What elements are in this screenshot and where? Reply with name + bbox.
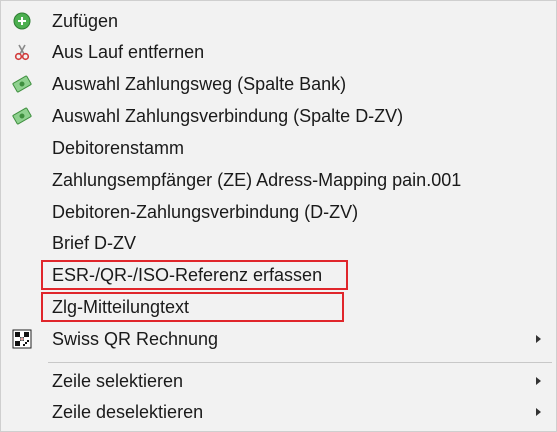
- chevron-right-icon: [536, 408, 541, 416]
- menu-item-brief-dzv[interactable]: Brief D-ZV: [1, 228, 556, 258]
- menu-item-referenz-erfassen[interactable]: ESR-/QR-/ISO-Referenz erfassen: [1, 260, 556, 290]
- menu-item-zlg-mitteilungtext[interactable]: Zlg-Mitteilungtext: [1, 292, 556, 322]
- menu-item-label: Zeile selektieren: [52, 371, 184, 391]
- money-icon: [12, 74, 32, 94]
- menu-item-label: Auswahl Zahlungsverbindung (Spalte D-ZV): [52, 106, 404, 126]
- menu-item-label: Zlg-Mitteilungtext: [52, 297, 190, 317]
- chevron-right-icon: [536, 335, 541, 343]
- menu-item-label: Zeile deselektieren: [52, 402, 204, 422]
- menu-item-label: Brief D-ZV: [52, 233, 137, 253]
- scissors-icon: [12, 42, 32, 62]
- menu-separator: [48, 362, 552, 363]
- menu-item-debitorenstamm[interactable]: Debitorenstamm: [1, 133, 556, 163]
- menu-item-auswahl-zahlungsverbindung[interactable]: Auswahl Zahlungsverbindung (Spalte D-ZV): [1, 101, 556, 131]
- menu-item-aus-lauf-entfernen[interactable]: Aus Lauf entfernen: [1, 37, 556, 67]
- menu-item-auswahl-zahlungsweg[interactable]: Auswahl Zahlungsweg (Spalte Bank): [1, 69, 556, 99]
- menu-item-swiss-qr-rechnung[interactable]: Swiss QR Rechnung: [1, 324, 556, 354]
- chevron-right-icon: [536, 377, 541, 385]
- menu-item-label: Debitoren-Zahlungsverbindung (D-ZV): [52, 202, 359, 222]
- menu-item-label: Aus Lauf entfernen: [52, 42, 205, 62]
- menu-item-label: Zahlungsempfänger (ZE) Adress-Mapping pa…: [52, 170, 462, 190]
- menu-item-debitoren-zahlungsverbindung[interactable]: Debitoren-Zahlungsverbindung (D-ZV): [1, 197, 556, 227]
- menu-item-label: ESR-/QR-/ISO-Referenz erfassen: [52, 265, 323, 285]
- qr-code-icon: [12, 329, 32, 349]
- add-circle-icon: [12, 11, 32, 31]
- menu-item-zahlungsempfaenger-mapping[interactable]: Zahlungsempfänger (ZE) Adress-Mapping pa…: [1, 165, 556, 195]
- menu-item-label: Auswahl Zahlungsweg (Spalte Bank): [52, 74, 347, 94]
- menu-item-zeile-selektieren[interactable]: Zeile selektieren: [1, 366, 556, 396]
- context-menu: Zufügen Aus Lauf entfernen Auswahl Zahlu…: [0, 0, 557, 432]
- menu-item-label: Zufügen: [52, 11, 119, 31]
- menu-item-label: Swiss QR Rechnung: [52, 329, 219, 349]
- menu-item-zeile-deselektieren[interactable]: Zeile deselektieren: [1, 397, 556, 427]
- menu-item-label: Debitorenstamm: [52, 138, 185, 158]
- money-icon: [12, 106, 32, 126]
- menu-item-zufuegen[interactable]: Zufügen: [1, 6, 556, 36]
